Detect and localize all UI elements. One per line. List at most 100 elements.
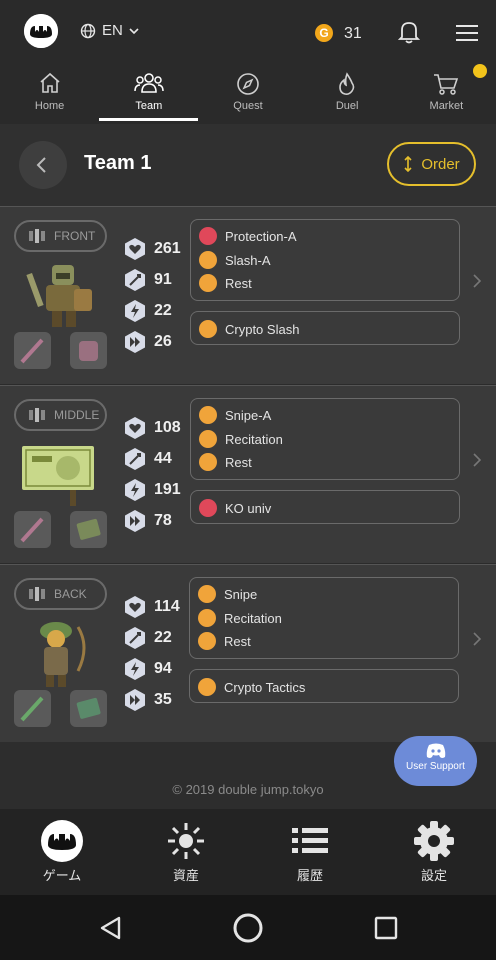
skill-list[interactable]: Snipe Recitation Rest: [189, 577, 459, 659]
skill-name: Slash-A: [225, 252, 271, 268]
bottom-nav-assets[interactable]: 資産: [124, 809, 248, 895]
language-selector[interactable]: EN: [80, 22, 139, 39]
skill-name: Recitation: [225, 431, 283, 447]
skill-item: Recitation: [199, 429, 283, 449]
order-button[interactable]: Order: [387, 142, 476, 186]
tab-home[interactable]: Home: [0, 66, 99, 124]
extension-skill[interactable]: KO univ: [190, 490, 460, 524]
team-title: Team 1: [84, 152, 152, 174]
extension-skill[interactable]: Crypto Slash: [190, 311, 460, 345]
position-badge: FRONT: [14, 220, 107, 252]
bottom-nav-assets-label: 資産: [172, 868, 199, 883]
team-header: Team 1 Order: [0, 124, 496, 206]
bolt-skill-icon: [199, 406, 217, 424]
team-member-row-back[interactable]: BACK 114 22 94 35 Snipe Recitation Rest …: [0, 564, 496, 742]
skill-item: Crypto Slash: [199, 319, 299, 339]
skill-list[interactable]: Snipe-A Recitation Rest: [190, 398, 460, 480]
skill-item: Rest: [199, 452, 252, 472]
skill-name: Snipe-A: [225, 407, 272, 423]
skill-name: Rest: [224, 633, 251, 649]
skill-item: KO univ: [199, 498, 271, 518]
armor-slot[interactable]: [70, 511, 107, 548]
team-icon: [134, 73, 164, 93]
bolt-skill-icon: [198, 609, 216, 627]
armor-slot[interactable]: [70, 690, 107, 727]
position-badge: BACK: [14, 578, 107, 610]
team-member-row-front[interactable]: FRONT 261 91 22 26 Protection-A Slash-A …: [0, 206, 496, 384]
bolt-hex-icon: [125, 300, 145, 322]
stat-agi: 26: [123, 329, 172, 355]
recents-square-icon[interactable]: [373, 915, 399, 941]
stat-hp: 114: [123, 594, 180, 620]
tab-duel[interactable]: Duel: [298, 66, 397, 124]
weapon-slot[interactable]: [14, 511, 51, 548]
skill-item: Recitation: [198, 608, 282, 628]
back-button[interactable]: [19, 141, 67, 189]
bottom-nav-settings[interactable]: 設定: [372, 809, 496, 895]
skill-item: Crypto Tactics: [198, 677, 305, 697]
skill-name: Recitation: [224, 610, 282, 626]
bottom-nav-game[interactable]: ゲーム: [0, 809, 124, 895]
user-support-button[interactable]: User Support: [394, 736, 477, 786]
coin-icon: G: [315, 24, 333, 42]
position-label: MIDDLE: [54, 408, 100, 422]
app-logo-icon[interactable]: [24, 14, 58, 48]
bottom-nav-history[interactable]: 履歴: [248, 809, 372, 895]
hero-knight-image: [26, 265, 92, 327]
bottom-nav: ゲーム 資産 履歴 設定: [0, 809, 496, 895]
shield-skill-icon: [199, 499, 217, 517]
home-circle-icon[interactable]: [232, 912, 264, 944]
fast-forward-hex-icon: [125, 510, 145, 532]
stat-hp-value: 261: [154, 240, 181, 257]
coin-count: 31: [344, 25, 362, 42]
bottom-nav-history-label: 履歴: [296, 868, 323, 883]
shield-skill-icon: [199, 227, 217, 245]
sun-icon: [168, 823, 204, 859]
stat-spd: 22: [123, 298, 172, 324]
chevron-down-icon: [129, 27, 139, 34]
stat-atk-value: 44: [154, 450, 172, 467]
chevron-right-icon[interactable]: [472, 452, 482, 468]
extension-skill[interactable]: Crypto Tactics: [189, 669, 459, 703]
tab-quest[interactable]: Quest: [198, 66, 297, 124]
bolt-hex-icon: [125, 658, 145, 680]
compass-icon: [237, 73, 259, 95]
bolt-skill-icon: [198, 678, 216, 696]
bolt-skill-icon: [199, 430, 217, 448]
stat-hp: 261: [123, 236, 181, 262]
heart-hex-icon: [125, 417, 145, 439]
skill-list[interactable]: Protection-A Slash-A Rest: [190, 219, 460, 301]
weapon-slot[interactable]: [14, 332, 51, 369]
chevron-left-icon: [36, 157, 46, 173]
tab-team-label: Team: [135, 100, 163, 112]
chevron-right-icon[interactable]: [472, 273, 482, 289]
sword-hex-icon: [125, 269, 145, 291]
stat-agi-value: 26: [154, 333, 172, 350]
bottom-nav-settings-label: 設定: [420, 868, 447, 883]
bolt-skill-icon: [198, 585, 216, 603]
skill-name: Crypto Tactics: [224, 679, 306, 695]
heart-skill-icon: [198, 632, 216, 650]
team-member-row-middle[interactable]: MIDDLE 108 44 191 78 Snipe-A Recitation …: [0, 385, 496, 563]
list-icon: [292, 828, 328, 853]
weapon-slot[interactable]: [14, 690, 51, 727]
order-label: Order: [421, 155, 460, 173]
stat-agi-value: 78: [154, 512, 172, 529]
stat-agi: 78: [123, 508, 172, 534]
skill-name: Snipe: [224, 586, 258, 602]
android-system-nav: [0, 895, 496, 960]
bell-icon[interactable]: [397, 20, 421, 49]
home-icon: [40, 72, 60, 93]
tab-team[interactable]: Team: [99, 66, 199, 124]
back-triangle-icon[interactable]: [98, 915, 124, 941]
skill-name: KO univ: [225, 500, 272, 516]
chevron-right-icon[interactable]: [472, 631, 482, 647]
sword-hex-icon: [125, 448, 145, 470]
stat-hp-value: 114: [154, 598, 180, 615]
stat-atk-value: 22: [154, 629, 172, 646]
discord-icon: [426, 743, 445, 758]
stat-hp: 108: [123, 415, 181, 441]
hamburger-menu-icon[interactable]: [456, 24, 478, 47]
main-nav-tabs: Home Team Quest Duel Market: [0, 66, 496, 124]
armor-slot[interactable]: [70, 332, 107, 369]
